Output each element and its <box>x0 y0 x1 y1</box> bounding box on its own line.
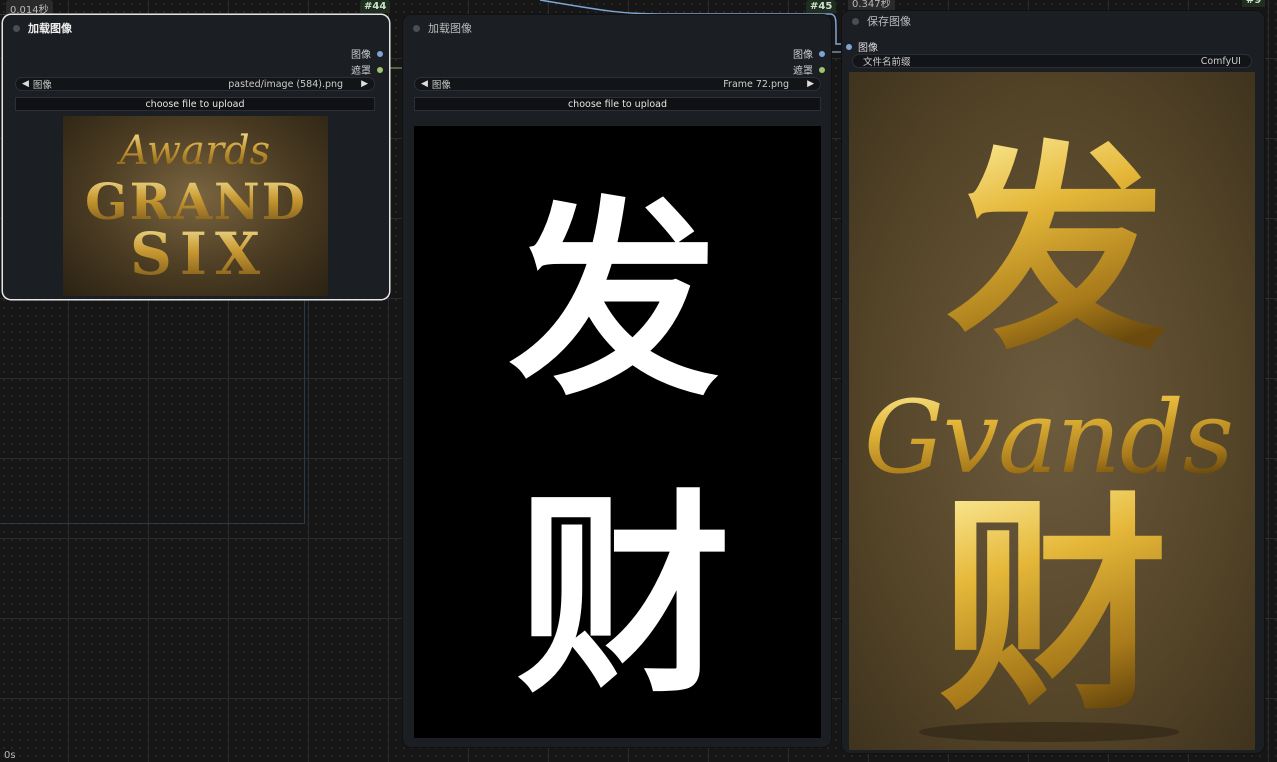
image-combo[interactable]: ◀ 图像 Frame 72.png ▶ <box>414 77 821 91</box>
preview-text: 财 <box>939 475 1169 742</box>
input-image[interactable]: 图像 <box>846 39 878 54</box>
image-preview: 发 Gvands 财 <box>849 72 1255 750</box>
output-port-icon[interactable] <box>377 66 383 73</box>
arrow-left-icon[interactable]: ◀ <box>421 79 428 89</box>
load-image-node[interactable]: 加载图像 图像 遮罩 ◀ 图像 pasted/image (584).png ▶ c… <box>3 15 389 299</box>
preview-text: 发 <box>947 123 1167 379</box>
save-image-node[interactable]: 保存图像 图像 文件名前缀 ComfyUI 发 Gvands 财 <box>842 11 1264 753</box>
image-combo[interactable]: ◀ 图像 pasted/image (584).png ▶ <box>15 77 375 91</box>
combo-label: 图像 <box>431 80 451 91</box>
preview-text: Awards <box>116 128 270 174</box>
output-mask[interactable]: 遮罩 <box>351 62 383 77</box>
output-label: 遮罩 <box>793 66 813 77</box>
exec-time-label: 0s <box>4 750 16 761</box>
output-label: 遮罩 <box>351 66 371 77</box>
node-id-badge: #44 <box>360 0 391 13</box>
node-header[interactable]: 加载图像 <box>3 15 389 41</box>
node-title: 加载图像 <box>428 22 472 35</box>
image-preview: 发 财 <box>414 126 821 738</box>
preview-text: 发 <box>509 179 719 424</box>
node-title: 加载图像 <box>28 22 72 35</box>
image-preview: Awards GRAND SIX <box>63 116 328 296</box>
exec-time-label: 0.347秒 <box>848 0 895 11</box>
output-label: 图像 <box>351 50 371 61</box>
arrow-right-icon[interactable]: ▶ <box>807 79 814 89</box>
preview-artwork: Awards GRAND SIX <box>85 128 305 288</box>
output-image[interactable]: 图像 <box>351 46 383 61</box>
output-image[interactable]: 图像 <box>793 46 825 61</box>
combo-value: Frame 72.png <box>723 78 790 90</box>
widget-value: ComfyUI <box>1200 55 1241 67</box>
input-label: 图像 <box>858 43 878 54</box>
preview-text: 财 <box>517 471 732 722</box>
arrow-left-icon[interactable]: ◀ <box>22 79 29 89</box>
preview-artwork: 发 Gvands 财 <box>864 123 1234 742</box>
combo-value: pasted/image (584).png <box>228 78 344 90</box>
input-port-icon[interactable] <box>846 43 852 50</box>
node-title: 保存图像 <box>867 15 911 28</box>
collapse-dot-icon[interactable] <box>852 17 859 25</box>
output-label: 图像 <box>793 50 813 61</box>
preview-text: SIX <box>130 220 260 288</box>
widget-label: 文件名前缀 <box>863 57 911 68</box>
filename-prefix-widget[interactable]: 文件名前缀 ComfyUI <box>852 54 1252 68</box>
output-port-icon[interactable] <box>819 66 825 73</box>
collapse-dot-icon[interactable] <box>13 24 20 32</box>
output-port-icon[interactable] <box>377 50 383 57</box>
load-image-node[interactable]: 加载图像 图像 遮罩 ◀ 图像 Frame 72.png ▶ choose file… <box>403 15 831 747</box>
upload-button[interactable]: choose file to upload <box>15 97 375 111</box>
output-mask[interactable]: 遮罩 <box>793 62 825 77</box>
node-id-badge: #45 <box>806 0 837 13</box>
output-port-icon[interactable] <box>819 50 825 57</box>
arrow-right-icon[interactable]: ▶ <box>361 79 368 89</box>
collapse-dot-icon[interactable] <box>413 24 420 32</box>
preview-artwork: 发 财 <box>509 179 732 722</box>
node-id-badge: #9 <box>1242 0 1266 7</box>
combo-label: 图像 <box>32 80 52 91</box>
node-header[interactable]: 加载图像 <box>403 15 831 41</box>
node-header[interactable]: 保存图像 <box>842 11 1264 31</box>
upload-button[interactable]: choose file to upload <box>414 97 821 111</box>
